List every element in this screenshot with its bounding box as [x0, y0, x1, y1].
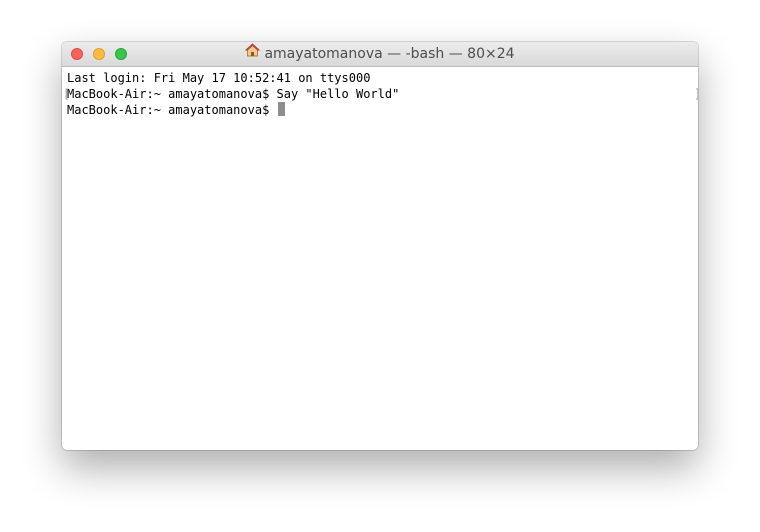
- window-titlebar[interactable]: amayatomanova — -bash — 80×24: [62, 42, 698, 67]
- mark-bracket-left: [: [63, 87, 71, 101]
- command-text: MacBook-Air:~ amayatomanova$ Say "Hello …: [67, 87, 400, 101]
- terminal-line: [MacBook-Air:~ amayatomanova$ Say "Hello…: [63, 86, 698, 102]
- home-icon: [245, 42, 261, 65]
- desktop-background: amayatomanova — -bash — 80×24 Last login…: [0, 0, 760, 532]
- prompt-text: MacBook-Air:~ amayatomanova$: [67, 103, 277, 117]
- window-title: amayatomanova — -bash — 80×24: [62, 42, 698, 66]
- terminal-line: MacBook-Air:~ amayatomanova$: [67, 102, 698, 118]
- terminal-content[interactable]: Last login: Fri May 17 10:52:41 on ttys0…: [62, 67, 698, 118]
- terminal-line: Last login: Fri May 17 10:52:41 on ttys0…: [67, 70, 698, 86]
- terminal-window[interactable]: amayatomanova — -bash — 80×24 Last login…: [62, 42, 698, 450]
- text-cursor: [277, 102, 285, 116]
- window-title-text: amayatomanova — -bash — 80×24: [264, 46, 515, 62]
- last-login-text: Last login: Fri May 17 10:52:41 on ttys0…: [67, 71, 371, 85]
- mark-bracket-right: ]: [694, 86, 698, 102]
